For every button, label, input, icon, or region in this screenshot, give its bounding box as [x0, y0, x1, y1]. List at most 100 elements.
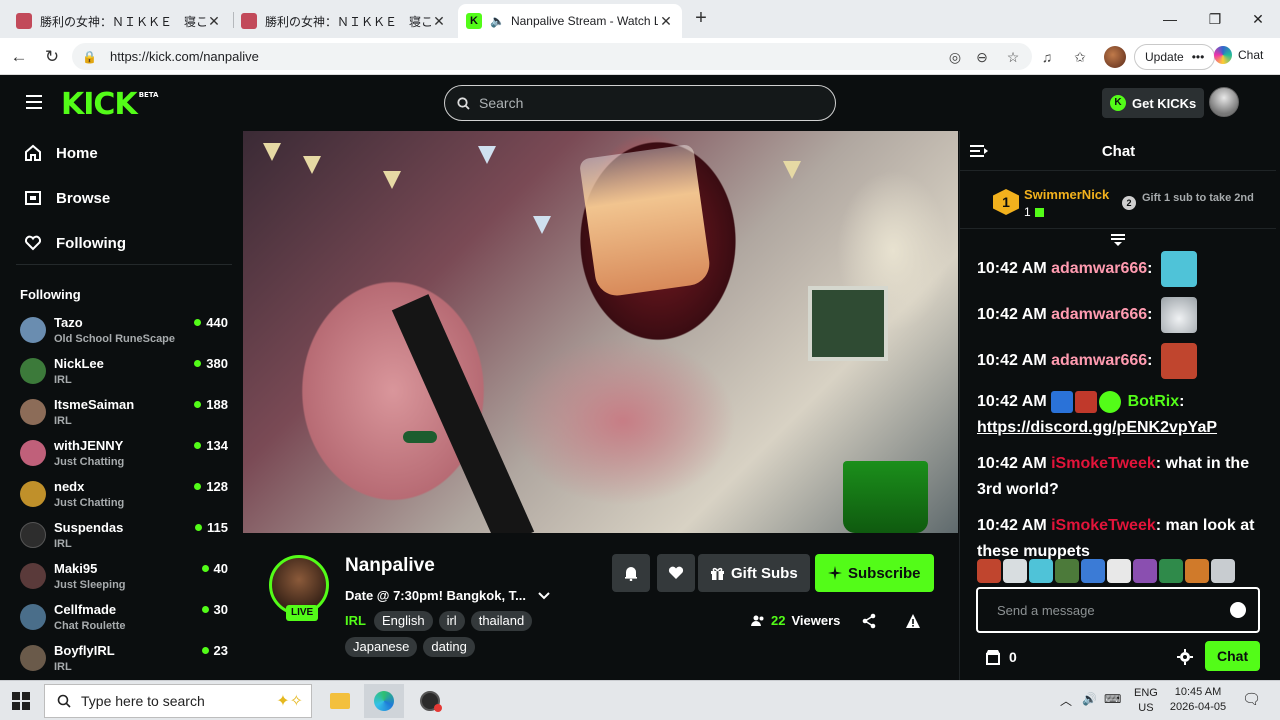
profile-avatar[interactable]: [1104, 46, 1126, 68]
share-icon[interactable]: [861, 613, 877, 629]
expand-pinned-icon[interactable]: [1110, 233, 1126, 247]
channel-avatar: [20, 563, 46, 589]
tag-chip[interactable]: English: [373, 611, 433, 631]
shirt-logo: [403, 431, 437, 443]
get-kicks-button[interactable]: K Get KICKs: [1102, 88, 1205, 118]
message-user[interactable]: iSmokeTweek: [1051, 517, 1156, 534]
speaker-icon[interactable]: 🔈: [490, 14, 505, 28]
copilot-chat-button[interactable]: Chat: [1214, 46, 1263, 64]
restore-icon[interactable]: ❐: [1195, 6, 1235, 32]
back-icon[interactable]: ←: [8, 46, 30, 68]
file-explorer-icon[interactable]: [320, 684, 360, 718]
top-gifter-name[interactable]: SwimmerNick: [1024, 187, 1109, 202]
obs-icon[interactable]: [410, 684, 450, 718]
tag-chip[interactable]: thailand: [470, 611, 533, 631]
emote-icon[interactable]: [1133, 559, 1157, 583]
message-user[interactable]: adamwar666: [1051, 260, 1147, 277]
message-user[interactable]: adamwar666: [1051, 306, 1147, 323]
favorite-star-icon[interactable]: ☆: [1004, 48, 1022, 66]
emoji-picker-icon[interactable]: [1230, 602, 1246, 618]
windows-start-icon[interactable]: [12, 692, 30, 710]
subscribe-button[interactable]: Subscribe: [815, 554, 934, 592]
emote-icon[interactable]: [977, 559, 1001, 583]
system-clock[interactable]: 10:45 AM 2026-04-05: [1166, 685, 1230, 715]
stream-title-text: Date @ 7:30pm! Bangkok, T...: [345, 588, 526, 603]
followed-channel[interactable]: BoyflyIRL IRL 23: [20, 641, 228, 677]
address-bar[interactable]: 🔒 https://kick.com/nanpalive: [72, 43, 1032, 70]
extensions-icon[interactable]: ⊖: [973, 48, 991, 66]
followed-channel[interactable]: withJENNY Just Chatting 134: [20, 436, 228, 472]
sidebar-item-home[interactable]: Home: [24, 144, 98, 162]
gear-icon[interactable]: [1177, 649, 1193, 665]
chevron-down-icon[interactable]: [538, 591, 550, 600]
user-avatar[interactable]: [1209, 87, 1239, 117]
edge-browser-icon[interactable]: [364, 684, 404, 718]
browser-tab-1[interactable]: 勝利の女神：ＮＩＫＫＥ 寝ころび ✕: [8, 4, 230, 38]
followed-channel[interactable]: Maki95 Just Sleeping 40: [20, 559, 228, 595]
emote-icon[interactable]: [1185, 559, 1209, 583]
followed-channel[interactable]: NickLee IRL 380: [20, 354, 228, 390]
new-tab-icon[interactable]: +: [690, 8, 712, 30]
close-window-icon[interactable]: ✕: [1238, 6, 1278, 32]
followed-channel[interactable]: Tazo Old School RuneScape 440: [20, 313, 228, 349]
sidebar-item-following[interactable]: Following: [24, 234, 126, 252]
input-language[interactable]: ENG US: [1134, 686, 1158, 716]
search-input[interactable]: Search: [444, 85, 836, 121]
video-player[interactable]: [243, 131, 958, 533]
bell-icon: [625, 567, 637, 581]
emote-icon[interactable]: [1159, 559, 1183, 583]
chat-message-input[interactable]: Send a message: [976, 587, 1260, 633]
message-user[interactable]: BotRix: [1128, 393, 1180, 410]
send-chat-button[interactable]: Chat: [1205, 641, 1261, 671]
refresh-icon[interactable]: ↻: [41, 46, 63, 68]
kick-logo[interactable]: KICK BETA: [61, 87, 158, 122]
emote-icon[interactable]: [1003, 559, 1027, 583]
followed-channel[interactable]: nedx Just Chatting 128: [20, 477, 228, 513]
favorites-icon[interactable]: ✩: [1071, 48, 1089, 66]
gift-subs-button[interactable]: Gift Subs: [698, 554, 810, 592]
streamer-name[interactable]: Nanpalive: [345, 555, 435, 577]
message-user[interactable]: adamwar666: [1051, 352, 1147, 369]
stream-title[interactable]: Date @ 7:30pm! Bangkok, T...: [345, 588, 550, 603]
kicks-balance[interactable]: 0: [985, 649, 1017, 665]
followed-channel[interactable]: ItsmeSaiman IRL 188: [20, 395, 228, 431]
show-hidden-icons[interactable]: ︿: [1060, 692, 1072, 709]
browser-tab-2[interactable]: 勝利の女神：ＮＩＫＫＥ 寝ころび ✕: [233, 4, 455, 38]
notification-bell-button[interactable]: [612, 554, 650, 592]
site-info-icon[interactable]: 🔒: [82, 50, 98, 64]
taskbar-search-input[interactable]: Type here to search ✦✧: [44, 684, 312, 718]
emote-icon[interactable]: [1211, 559, 1235, 583]
report-icon[interactable]: [905, 613, 921, 629]
sidebar-item-browse[interactable]: Browse: [24, 189, 110, 207]
emote-icon[interactable]: [1081, 559, 1105, 583]
copilot-chat-label: Chat: [1238, 48, 1264, 62]
emote-icon[interactable]: [1055, 559, 1079, 583]
emote-icon[interactable]: [1029, 559, 1053, 583]
message-user[interactable]: iSmokeTweek: [1051, 455, 1156, 472]
follow-button[interactable]: [657, 554, 695, 592]
tracking-prevention-icon[interactable]: ◎: [946, 48, 964, 66]
keyboard-icon[interactable]: ⌨: [1104, 692, 1121, 706]
followed-channel[interactable]: Cellfmade Chat Roulette 30: [20, 600, 228, 636]
close-tab-icon[interactable]: ✕: [658, 13, 674, 30]
minimize-icon[interactable]: —: [1150, 6, 1190, 32]
volume-icon[interactable]: 🔊: [1082, 692, 1097, 706]
chat-message: 10:42 AM adamwar666:: [977, 251, 1267, 287]
close-tab-icon[interactable]: ✕: [431, 13, 447, 30]
category-link[interactable]: IRL: [345, 611, 366, 631]
notifications-icon[interactable]: 🗨: [1242, 690, 1261, 708]
browser-tab-active[interactable]: K 🔈 Nanpalive Stream - Watch Live ✕: [458, 4, 682, 38]
tag-chip[interactable]: dating: [423, 637, 475, 657]
update-button[interactable]: Update •••: [1134, 44, 1216, 70]
menu-icon[interactable]: [26, 95, 42, 109]
message-link[interactable]: https://discord.gg/pENK2vpYaP: [977, 419, 1217, 436]
emote-icon[interactable]: [1107, 559, 1131, 583]
tag-chip[interactable]: Japanese: [345, 637, 418, 657]
media-icon[interactable]: ♫: [1038, 48, 1056, 66]
bunting-flag: [303, 156, 321, 174]
emote-icon: [1160, 251, 1197, 287]
close-tab-icon[interactable]: ✕: [206, 13, 222, 30]
tag-chip[interactable]: irl: [438, 611, 465, 631]
live-dot-icon: [201, 647, 209, 654]
followed-channel[interactable]: Suspendas IRL 115: [20, 518, 228, 554]
